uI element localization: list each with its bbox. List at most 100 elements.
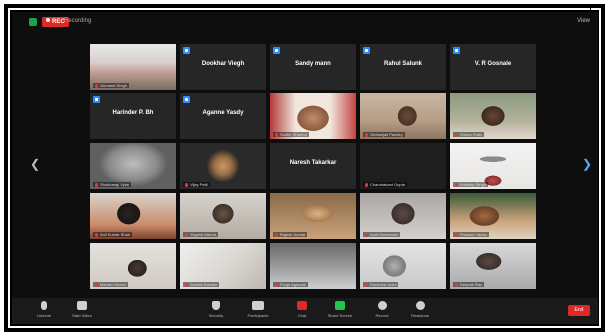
mic-muted-icon [365, 233, 368, 237]
mic-muted-icon [275, 283, 278, 287]
video-camera-icon [77, 301, 87, 310]
share-screen-icon [335, 301, 345, 310]
text-cursor [590, 8, 591, 22]
participant-caption: Pooja Agarwal [273, 282, 308, 287]
participant-tile[interactable]: Dookhar Viegh [180, 44, 266, 90]
mic-muted-icon [95, 183, 98, 187]
participant-tile[interactable]: Rajesh Kumar [270, 193, 356, 239]
mic-muted-icon [455, 183, 458, 187]
participant-caption: Geetanjali Pandey [363, 132, 405, 137]
end-meeting-button[interactable]: End [568, 305, 590, 316]
start-video-button[interactable]: Start Video [64, 301, 100, 318]
participant-tile[interactable]: Harinder P. Bh [90, 93, 176, 139]
participant-name: V. R Gosnale [474, 61, 512, 67]
participant-tile[interactable]: Ravindra Joshi [360, 243, 446, 289]
participant-tile[interactable]: Naresh Takarkar [270, 143, 356, 189]
participant-caption: Vijay Patil [183, 182, 210, 187]
mic-muted-icon [95, 233, 98, 237]
next-page-arrow-icon[interactable]: ❯ [582, 152, 592, 176]
participant-name: Rahul Salunk [383, 61, 422, 67]
participant-tile[interactable]: Aganne Yasdy [180, 93, 266, 139]
participant-tile[interactable]: Chandrakant Gupta [360, 143, 446, 189]
participant-tile[interactable]: Manish Verma [90, 243, 176, 289]
participant-tile[interactable]: Aarti Deshmukh [360, 193, 446, 239]
mic-muted-icon [95, 84, 98, 88]
participant-tile[interactable]: Vijay Patil [180, 143, 266, 189]
active-speaker-tile[interactable]: Shubhangi Vyas [90, 143, 176, 189]
participant-tile[interactable]: Deepak Rao [450, 243, 536, 289]
meeting-toolbar: Unmute Start Video Security Participants… [12, 298, 598, 324]
participant-name: Sandy mann [295, 61, 331, 67]
mic-muted-icon [95, 283, 98, 287]
unmute-button[interactable]: Unmute [26, 301, 62, 318]
share-screen-button[interactable]: Share Screen [322, 301, 358, 318]
shield-icon[interactable] [29, 18, 37, 26]
chat-icon [297, 301, 307, 310]
mic-muted-icon [455, 233, 458, 237]
camera-off-icon [93, 96, 100, 103]
participant-name: Aganne Yasdy [202, 110, 244, 116]
participant-name: Naresh Takarkar [289, 160, 337, 166]
record-dot-icon [46, 18, 50, 22]
camera-off-icon [363, 47, 370, 54]
participant-caption: Prakash Yadav [453, 232, 489, 237]
camera-off-icon [273, 47, 280, 54]
reactions-icon [415, 301, 425, 310]
mic-muted-icon [365, 133, 368, 137]
participant-caption: Chandrakant Gupta [363, 182, 407, 187]
participant-caption: Ravindra Joshi [363, 282, 399, 287]
camera-off-icon [453, 47, 460, 54]
mic-muted-icon [365, 183, 368, 187]
zoom-meeting-window: REC Recording View Gurmeet Singh Dookhar… [12, 12, 598, 324]
mic-muted-icon [275, 133, 278, 137]
top-bar: REC Recording View [12, 12, 598, 32]
participant-tile[interactable]: Anil Kumar Shah [90, 193, 176, 239]
participant-tile[interactable]: Prakash Yadav [450, 193, 536, 239]
camera-off-icon [183, 47, 190, 54]
microphone-icon [41, 301, 47, 310]
mic-muted-icon [275, 233, 278, 237]
security-button[interactable]: Security [198, 301, 234, 318]
chat-button[interactable]: Chat [284, 301, 320, 318]
previous-page-arrow-icon[interactable]: ❮ [30, 152, 40, 176]
participant-caption: Aarti Deshmukh [363, 232, 401, 237]
participant-name: Dookhar Viegh [201, 61, 245, 67]
participant-tile[interactable]: Rahul Salunk [360, 44, 446, 90]
record-button[interactable]: Record [364, 301, 400, 318]
participants-icon [252, 301, 264, 310]
participant-caption: Kuldeep Singh [453, 182, 489, 187]
participant-caption: Gurmeet Singh [93, 83, 129, 88]
participant-tile[interactable]: Geetanjali Pandey [360, 93, 446, 139]
participant-caption: Anil Kumar Shah [93, 232, 133, 237]
shield-icon [212, 301, 220, 310]
view-button[interactable]: View [577, 18, 590, 24]
participant-tile[interactable]: Pooja Agarwal [270, 243, 356, 289]
mic-muted-icon [185, 233, 188, 237]
participant-caption: Manish Verma [93, 282, 128, 287]
mic-muted-icon [185, 183, 188, 187]
participant-tile[interactable]: Gurmeet Singh [90, 44, 176, 90]
camera-off-icon [183, 96, 190, 103]
participant-tile[interactable]: V. R Gosnale [450, 44, 536, 90]
participant-caption: Deepak Rao [453, 282, 485, 287]
participant-caption: Sriram Patel [453, 132, 485, 137]
participant-tile[interactable]: Kuldeep Singh [450, 143, 536, 189]
rec-label: REC [52, 19, 65, 25]
record-icon [377, 301, 387, 310]
participant-tile[interactable]: Yogesh Mishra [180, 193, 266, 239]
mic-muted-icon [185, 283, 188, 287]
participants-button[interactable]: Participants [240, 301, 276, 318]
mic-muted-icon [455, 133, 458, 137]
participant-caption: Shubhangi Vyas [93, 182, 131, 187]
participant-caption: Yogesh Mishra [183, 232, 219, 237]
recording-status: Recording [64, 18, 92, 24]
reactions-button[interactable]: Reactions [402, 301, 438, 318]
participant-tile[interactable]: Sudhir Sharma [270, 93, 356, 139]
participant-name: Harinder P. Bh [112, 110, 154, 116]
participant-tile[interactable]: Suresh Kamble [180, 243, 266, 289]
participant-caption: Suresh Kamble [183, 282, 220, 287]
mic-muted-icon [455, 283, 458, 287]
participant-tile[interactable]: Sandy mann [270, 44, 356, 90]
participant-tile[interactable]: Sriram Patel [450, 93, 536, 139]
participant-caption: Sudhir Sharma [273, 132, 309, 137]
